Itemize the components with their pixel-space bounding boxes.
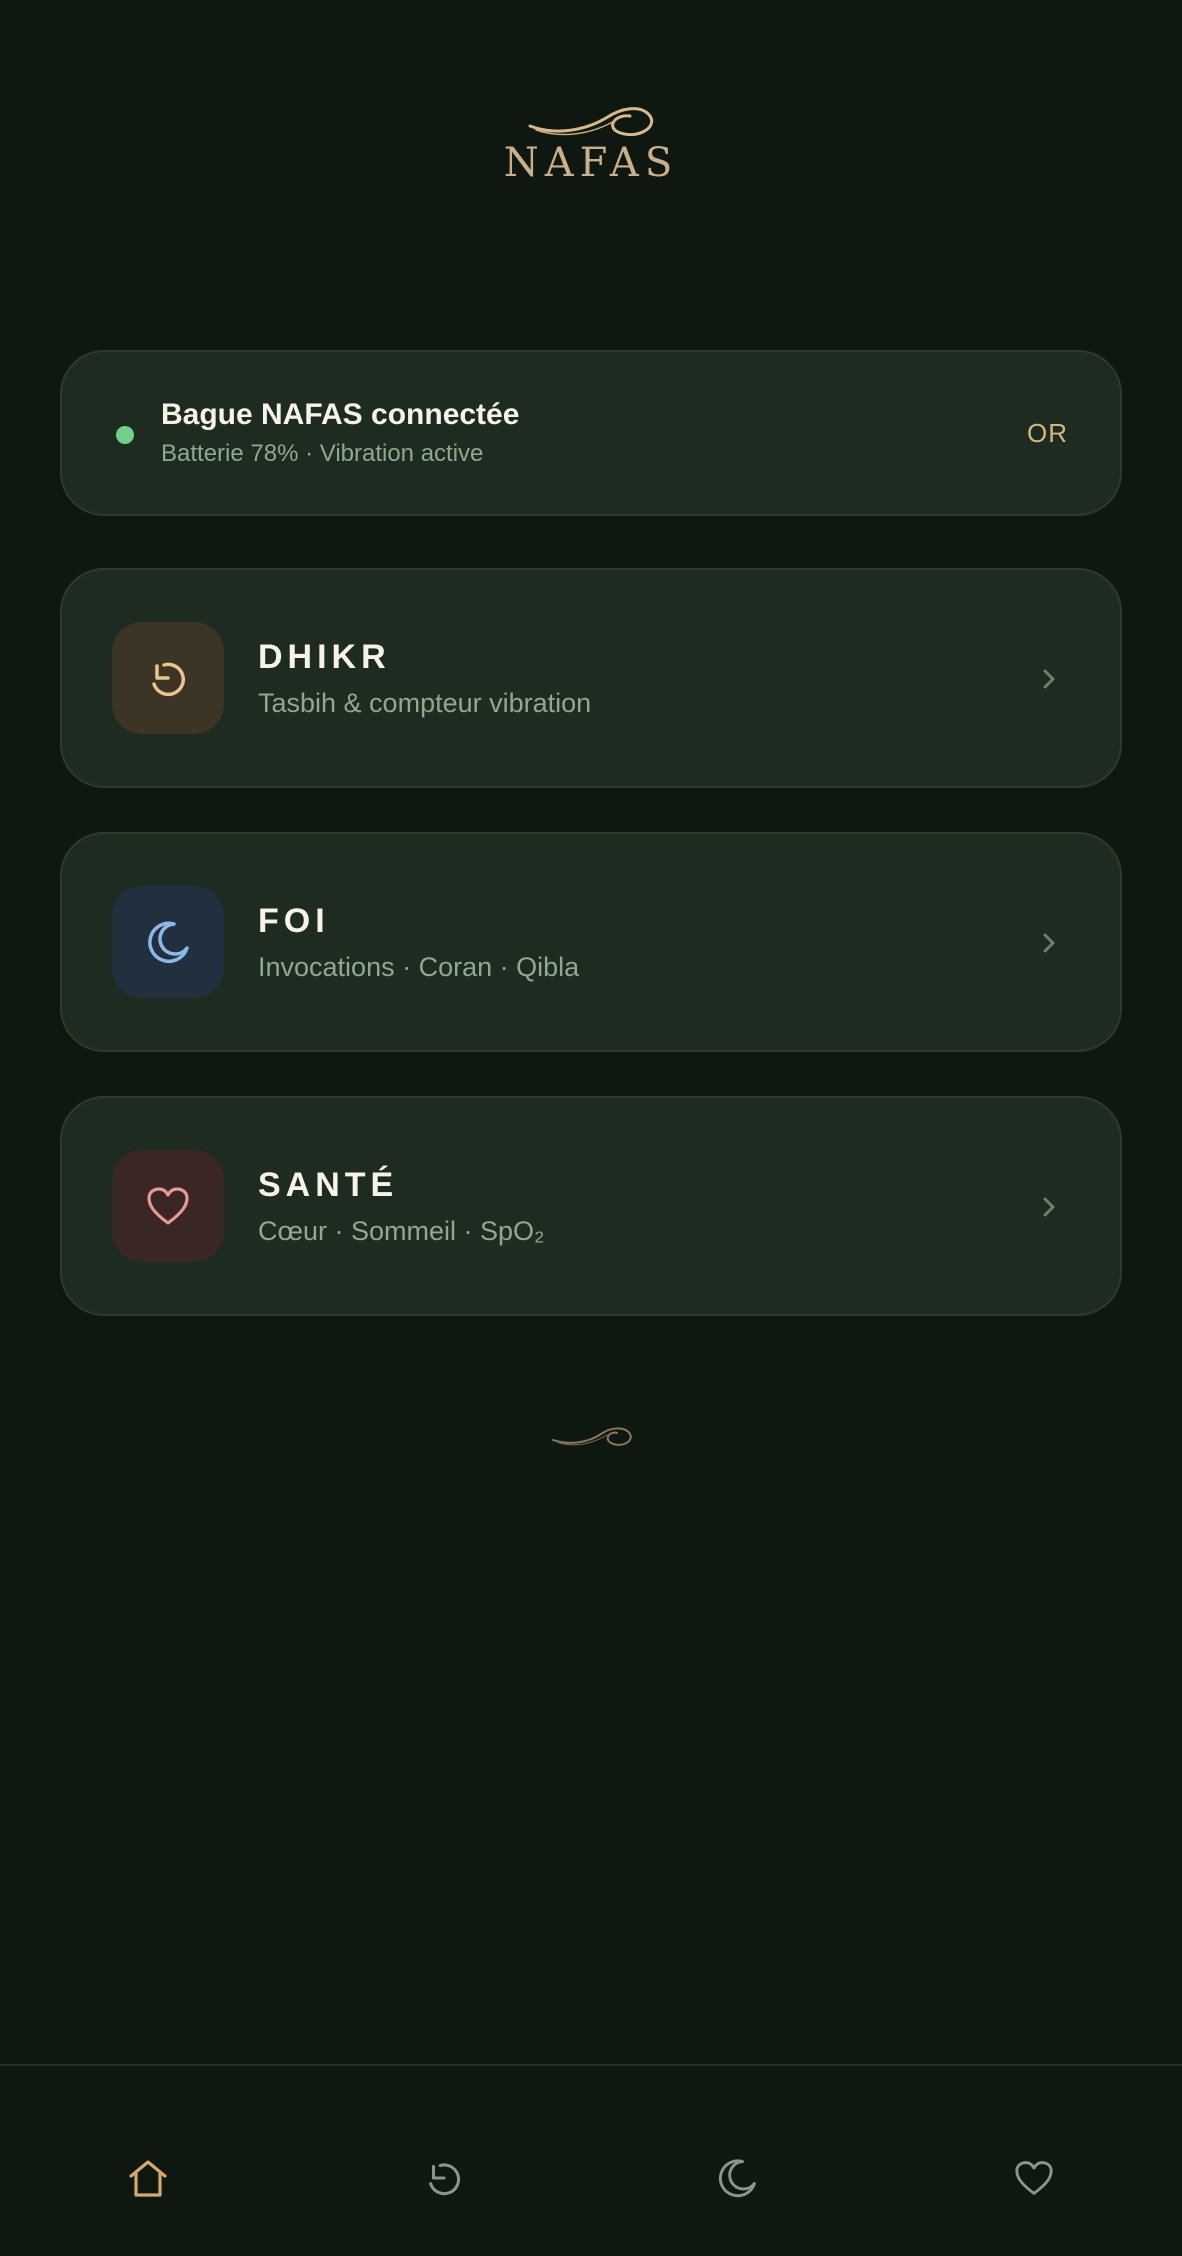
home-icon	[129, 2160, 167, 2197]
dhikr-icon-tile	[112, 622, 224, 734]
crescent-moon-icon	[148, 921, 189, 964]
sante-icon-tile	[112, 1150, 224, 1262]
heart-icon	[147, 1187, 189, 1225]
section-card-dhikr[interactable]: DHIKR Tasbih & compteur vibration	[60, 568, 1122, 788]
counter-icon	[152, 662, 185, 697]
chevron-right-icon	[1034, 928, 1064, 958]
app-logo: NAFAS	[0, 100, 1182, 186]
logo-wordmark: NAFAS	[503, 140, 679, 186]
nav-tab-foi[interactable]	[707, 2148, 767, 2208]
device-status-title: Bague NAFAS connectée	[161, 398, 520, 431]
section-subtitle: Cœur · Sommeil · SpO₂	[258, 1216, 545, 1246]
section-title: DHIKR	[258, 638, 391, 676]
section-card-foi[interactable]: FOI Invocations · Coran · Qibla	[60, 832, 1122, 1052]
chevron-right-icon	[1034, 664, 1064, 694]
bottom-navigation-bar	[0, 2064, 1182, 2256]
heart-icon	[1015, 2161, 1053, 2195]
decorative-flourish-icon	[551, 1420, 633, 1457]
section-card-sante[interactable]: SANTÉ Cœur · Sommeil · SpO₂	[60, 1096, 1122, 1316]
section-subtitle: Invocations · Coran · Qibla	[258, 952, 580, 982]
nav-tab-sante[interactable]	[1004, 2148, 1064, 2208]
device-tier-badge: OR	[1027, 418, 1068, 448]
nav-tab-dhikr[interactable]	[414, 2148, 474, 2208]
device-status-details: Batterie 78% · Vibration active	[161, 440, 484, 467]
connection-status-dot	[116, 426, 134, 444]
crescent-moon-icon	[718, 2159, 756, 2198]
counter-icon	[429, 2163, 461, 2196]
section-subtitle: Tasbih & compteur vibration	[258, 688, 592, 718]
foi-icon-tile	[112, 886, 224, 998]
chevron-right-icon	[1034, 1192, 1064, 1222]
section-title: SANTÉ	[258, 1166, 399, 1204]
section-title: FOI	[258, 902, 330, 940]
nav-tab-home[interactable]	[118, 2148, 178, 2208]
device-status-card[interactable]: Bague NAFAS connectée Batterie 78% · Vib…	[60, 350, 1122, 516]
